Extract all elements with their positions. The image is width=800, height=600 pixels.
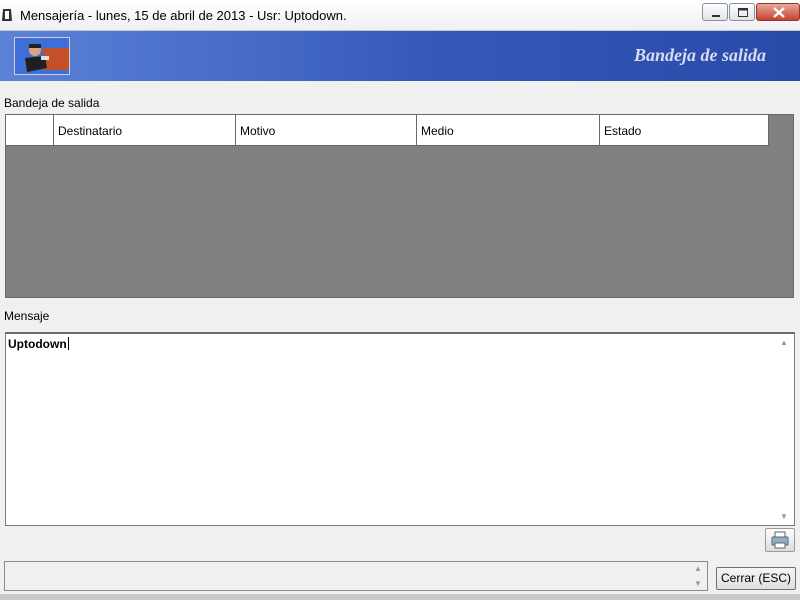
printer-icon	[771, 531, 789, 549]
column-motivo[interactable]: Motivo	[236, 115, 417, 146]
print-button[interactable]	[765, 528, 795, 552]
message-text-container: Uptodown	[8, 337, 69, 351]
column-selector[interactable]	[6, 115, 54, 146]
minimize-button[interactable]	[702, 3, 728, 21]
column-estado[interactable]: Estado	[600, 115, 769, 146]
close-button[interactable]: Cerrar (ESC)	[716, 567, 796, 590]
message-text: Uptodown	[8, 337, 67, 351]
banner-title: Bandeja de salida	[633, 45, 766, 65]
text-caret	[67, 337, 69, 350]
status-scrollbar[interactable]: ▲ ▼	[691, 562, 707, 590]
user-figure-logo	[14, 37, 70, 75]
scroll-down-icon[interactable]: ▼	[780, 512, 788, 521]
message-label: Mensaje	[4, 309, 50, 323]
grid-header: Destinatario Motivo Medio Estado	[6, 115, 769, 147]
close-icon	[773, 7, 785, 18]
outbox-grid[interactable]: Destinatario Motivo Medio Estado	[5, 114, 794, 298]
minimize-icon	[712, 15, 720, 17]
status-scroll-down-icon[interactable]: ▼	[694, 579, 702, 588]
message-scrollbar[interactable]: ▲ ▼	[776, 334, 794, 525]
message-textarea[interactable]: Uptodown ▲ ▼	[5, 332, 795, 526]
app-icon	[2, 9, 12, 21]
header-banner: Bandeja de salida	[0, 31, 800, 81]
close-window-button[interactable]	[756, 3, 800, 21]
column-destinatario[interactable]: Destinatario	[54, 115, 236, 146]
status-scroll-up-icon[interactable]: ▲	[694, 564, 702, 573]
column-medio[interactable]: Medio	[417, 115, 600, 146]
maximize-icon	[738, 8, 748, 17]
outbox-label: Bandeja de salida	[4, 96, 100, 110]
title-bar: Mensajería - lunes, 15 de abril de 2013 …	[0, 0, 800, 31]
maximize-button[interactable]	[729, 3, 755, 21]
scroll-up-icon[interactable]: ▲	[780, 338, 788, 347]
window-title: Mensajería - lunes, 15 de abril de 2013 …	[20, 8, 347, 23]
status-field[interactable]: ▲ ▼	[4, 561, 708, 591]
window-bottom-edge	[0, 594, 800, 600]
